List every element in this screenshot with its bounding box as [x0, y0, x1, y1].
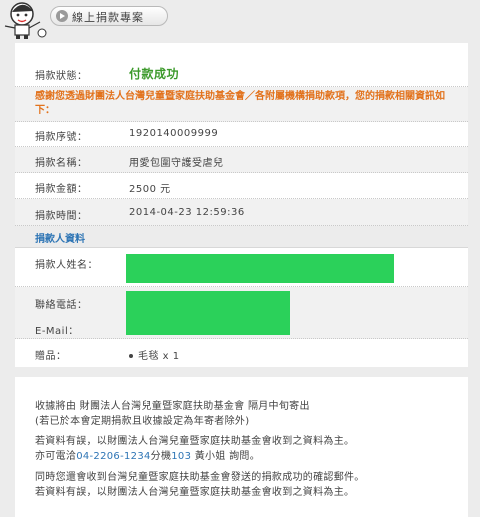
online-donation-badge[interactable]: 線上捐款專案 [50, 6, 168, 26]
section-divider [15, 367, 468, 377]
note-line-4-mid: 分機 [150, 451, 172, 462]
contact-redaction [126, 291, 290, 335]
arrow-right-icon [56, 10, 68, 22]
notice-text: 感謝您透過財團法人台灣兒童暨家庭扶助基金會／各附屬機構捐助款項，您的捐款相關資訊… [35, 91, 445, 116]
bullet-icon [129, 354, 133, 358]
status-label: 捐款狀態： [35, 71, 88, 82]
note-line-4: 亦可電洽04-2206-1234分機103 黃小姐 詢問。 [35, 450, 260, 464]
serial-row: 捐款序號： 1920140009999 [15, 121, 468, 147]
time-value: 2014-04-23 12:59:36 [129, 207, 245, 218]
note-line-6: 若資料有誤，以財團法人台灣兒童暨家庭扶助基金會收到之資料為主。 [35, 487, 355, 498]
amount-value: 2500 元 [129, 184, 171, 195]
donation-result-panel: 捐款狀態： 付款成功 感謝您透過財團法人台灣兒童暨家庭扶助基金會／各附屬機構捐助… [15, 43, 468, 517]
gift-label: 贈品： [35, 351, 67, 362]
badge-label: 線上捐款專案 [72, 11, 144, 24]
note-line-4-suffix: 黃小姐 詢問。 [191, 451, 261, 462]
contact-rows: 聯絡電話： E-Mail： [15, 287, 468, 339]
serial-label: 捐款序號： [35, 132, 88, 143]
top-bar: 線上捐款專案 [0, 0, 480, 40]
note-line-1: 收據將由 財團法人台灣兒童暨家庭扶助基金會 隔月中旬寄出 [35, 401, 310, 412]
amount-row: 捐款金額： 2500 元 [15, 173, 468, 199]
note-line-2: (若已於本會定期捐款且收據設定為年寄者除外) [35, 416, 250, 427]
email-label: E-Mail： [35, 326, 79, 337]
gift-item: 毛毯 x 1 [129, 347, 180, 362]
status-row: 捐款狀態： 付款成功 [15, 58, 468, 87]
note-line-3: 若資料有誤，以財團法人台灣兒童暨家庭扶助基金會收到之資料為主。 [35, 436, 355, 447]
contact-phone: 04-2206-1234 [76, 451, 151, 462]
note-line-5: 同時您還會收到台灣兒童暨家庭扶助基金會發送的捐款成功的確認郵件。 [35, 472, 365, 483]
donation-name-value: 用愛包圍守護受虐兒 [129, 158, 224, 169]
gift-row: 贈品： 毛毯 x 1 [15, 339, 468, 367]
donor-name-row: 捐款人姓名： [15, 247, 468, 287]
serial-value: 1920140009999 [129, 128, 219, 139]
thank-you-notice: 感謝您透過財團法人台灣兒童暨家庭扶助基金會／各附屬機構捐助款項，您的捐款相關資訊… [15, 87, 468, 122]
donor-section-header: 捐款人資料 [15, 226, 468, 248]
mascot-logo-icon [4, 2, 47, 39]
donation-name-label: 捐款名稱： [35, 158, 88, 169]
contact-extension: 103 [171, 451, 192, 462]
gift-item-text: 毛毯 x 1 [138, 351, 180, 362]
donor-name-label: 捐款人姓名： [35, 260, 98, 271]
note-line-4-prefix: 亦可電洽 [35, 451, 77, 462]
donor-section-title: 捐款人資料 [35, 234, 85, 245]
status-value: 付款成功 [129, 67, 180, 81]
receipt-notes: 收據將由 財團法人台灣兒童暨家庭扶助基金會 隔月中旬寄出 (若已於本會定期捐款且… [15, 377, 468, 517]
donation-name-row: 捐款名稱： 用愛包圍守護受虐兒 [15, 147, 468, 173]
donor-name-redaction [126, 254, 394, 283]
amount-label: 捐款金額： [35, 184, 88, 195]
phone-label: 聯絡電話： [35, 300, 88, 311]
time-row: 捐款時間： 2014-04-23 12:59:36 [15, 199, 468, 226]
time-label: 捐款時間： [35, 211, 88, 222]
